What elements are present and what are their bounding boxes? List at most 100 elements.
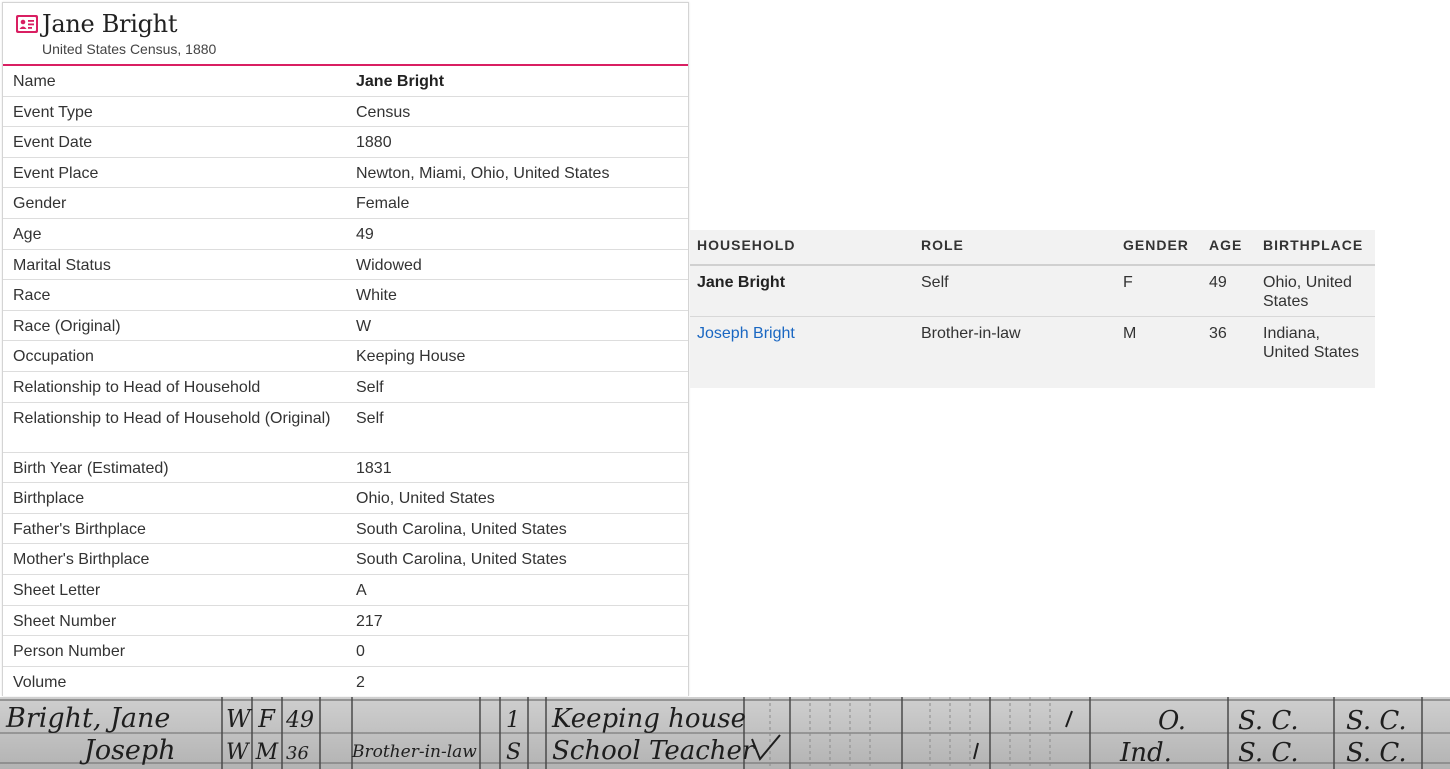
field-value: Ohio, United States <box>356 490 495 508</box>
field-row: Event Date 1880 <box>3 127 688 158</box>
field-value: South Carolina, United States <box>356 551 567 569</box>
census-line1-age: 49 <box>285 708 314 733</box>
field-label: Age <box>13 225 42 243</box>
field-label: Gender <box>13 195 67 213</box>
header-household: HOUSEHOLD <box>697 237 796 253</box>
field-row: Age 49 <box>3 219 688 250</box>
field-label: Birthplace <box>13 490 85 508</box>
field-row: Relationship to Head of Household (Origi… <box>3 403 688 453</box>
census-line2-birth: Ind. <box>1119 738 1172 768</box>
census-line2-age: 36 <box>286 743 309 764</box>
field-label: Relationship to Head of Household (Origi… <box>13 409 331 427</box>
field-row: Person Number 0 <box>3 636 688 667</box>
record-collection: United States Census, 1880 <box>42 41 217 57</box>
census-line2-race-sex: W M <box>226 740 279 765</box>
census-line2-father: S. C. <box>1238 738 1299 768</box>
header-age: AGE <box>1209 237 1243 253</box>
field-value: Census <box>356 103 411 121</box>
field-row: Birth Year (Estimated) 1831 <box>3 453 688 484</box>
census-line1-mark: 1 <box>506 708 520 733</box>
household-member-role: Brother-in-law <box>921 325 1021 342</box>
field-row: Sheet Number 217 <box>3 606 688 637</box>
field-label: Event Date <box>13 134 93 152</box>
census-line1-birth: O. <box>1158 706 1186 736</box>
field-value: Widowed <box>356 256 422 274</box>
field-row: Name Jane Bright <box>3 66 688 97</box>
census-line1-name: Bright, Jane <box>5 703 170 734</box>
household-member-birthplace: Indiana, United States <box>1263 325 1360 361</box>
field-value: Newton, Miami, Ohio, United States <box>356 164 610 182</box>
census-line2-occupation: School Teacher <box>552 736 756 766</box>
census-image-scan: Bright, Jane W F 49 1 Keeping house O. S… <box>0 697 1450 769</box>
record-title: Jane Bright <box>42 10 178 38</box>
field-row: Gender Female <box>3 188 688 219</box>
census-line1-race-sex: W F <box>226 705 276 733</box>
census-line2-mother: S. C. <box>1346 738 1407 768</box>
household-header-row: HOUSEHOLD ROLE GENDER AGE BIRTHPLACE <box>690 230 1375 266</box>
field-label: Race <box>13 287 51 305</box>
field-label: Sheet Number <box>13 612 117 630</box>
field-value: 49 <box>356 225 374 243</box>
field-row: Race White <box>3 280 688 311</box>
household-member-gender: F <box>1123 274 1133 291</box>
field-value: Jane Bright <box>356 73 445 90</box>
field-value: Self <box>356 378 384 396</box>
census-line2-relation: Brother-in-law <box>351 742 477 762</box>
record-header: Jane Bright United States Census, 1880 <box>3 3 688 66</box>
field-label: Occupation <box>13 348 94 366</box>
household-member-gender: M <box>1123 325 1137 342</box>
census-line2-mark: S <box>506 740 521 765</box>
field-label: Race (Original) <box>13 317 121 335</box>
field-row: Father's Birthplace South Carolina, Unite… <box>3 514 688 545</box>
field-label: Relationship to Head of Household <box>13 378 261 396</box>
table-row: Jane Bright Self F 49 Ohio, United State… <box>690 266 1375 317</box>
field-label: Father's Birthplace <box>13 520 146 538</box>
field-row: Race (Original) W <box>3 311 688 342</box>
field-row: Sheet Letter A <box>3 575 688 606</box>
header-role: ROLE <box>921 237 964 253</box>
record-card: Jane Bright United States Census, 1880 N… <box>2 2 689 696</box>
field-row: Event Place Newton, Miami, Ohio, United S… <box>3 158 688 189</box>
field-label: Mother's Birthplace <box>13 551 150 569</box>
field-row: Relationship to Head of Household Self <box>3 372 688 403</box>
field-value: 217 <box>356 612 383 630</box>
field-row: Marital Status Widowed <box>3 250 688 281</box>
field-value: Female <box>356 195 410 213</box>
field-label: Volume <box>13 673 67 691</box>
record-fields: Name Jane Bright Event Type Census Event Dat… <box>3 66 688 697</box>
census-line1-occupation: Keeping house <box>551 704 746 734</box>
household-member-name: Jane Bright <box>697 274 786 291</box>
field-value: South Carolina, United States <box>356 520 567 538</box>
census-line2-name: Joseph <box>79 735 176 766</box>
field-label: Event Place <box>13 164 99 182</box>
household-member-role: Self <box>921 274 949 291</box>
field-row: Birthplace Ohio, United States <box>3 483 688 514</box>
household-table: HOUSEHOLD ROLE GENDER AGE BIRTHPLACE Jan… <box>690 230 1375 388</box>
census-line1-mother: S. C. <box>1346 706 1407 736</box>
record-card-icon <box>16 15 38 33</box>
field-value: W <box>356 317 372 335</box>
field-label: Sheet Letter <box>13 581 101 599</box>
field-value: 1880 <box>356 134 392 152</box>
table-row: Joseph Bright Brother-in-law M 36 Indian… <box>690 317 1375 387</box>
field-value: A <box>356 581 367 599</box>
census-image[interactable]: Bright, Jane W F 49 1 Keeping house O. S… <box>0 697 1450 769</box>
field-row: Event Type Census <box>3 97 688 128</box>
household-member-age: 49 <box>1209 274 1227 291</box>
field-value: White <box>356 287 397 305</box>
field-value: Keeping House <box>356 348 466 366</box>
field-value: 0 <box>356 643 365 661</box>
household-member-link[interactable]: Joseph Bright <box>697 324 795 343</box>
field-row: Mother's Birthplace South Carolina, Unite… <box>3 544 688 575</box>
field-value: 1831 <box>356 459 392 477</box>
field-value: Self <box>356 409 384 427</box>
census-line1-father: S. C. <box>1238 706 1299 736</box>
header-birthplace: BIRTHPLACE <box>1263 237 1364 253</box>
field-row: Occupation Keeping House <box>3 341 688 372</box>
field-row: Volume 2 <box>3 667 688 698</box>
field-label: Marital Status <box>13 256 111 274</box>
field-label: Event Type <box>13 103 93 121</box>
field-label: Birth Year (Estimated) <box>13 459 169 477</box>
header-gender: GENDER <box>1123 237 1189 253</box>
field-label: Name <box>13 73 56 90</box>
